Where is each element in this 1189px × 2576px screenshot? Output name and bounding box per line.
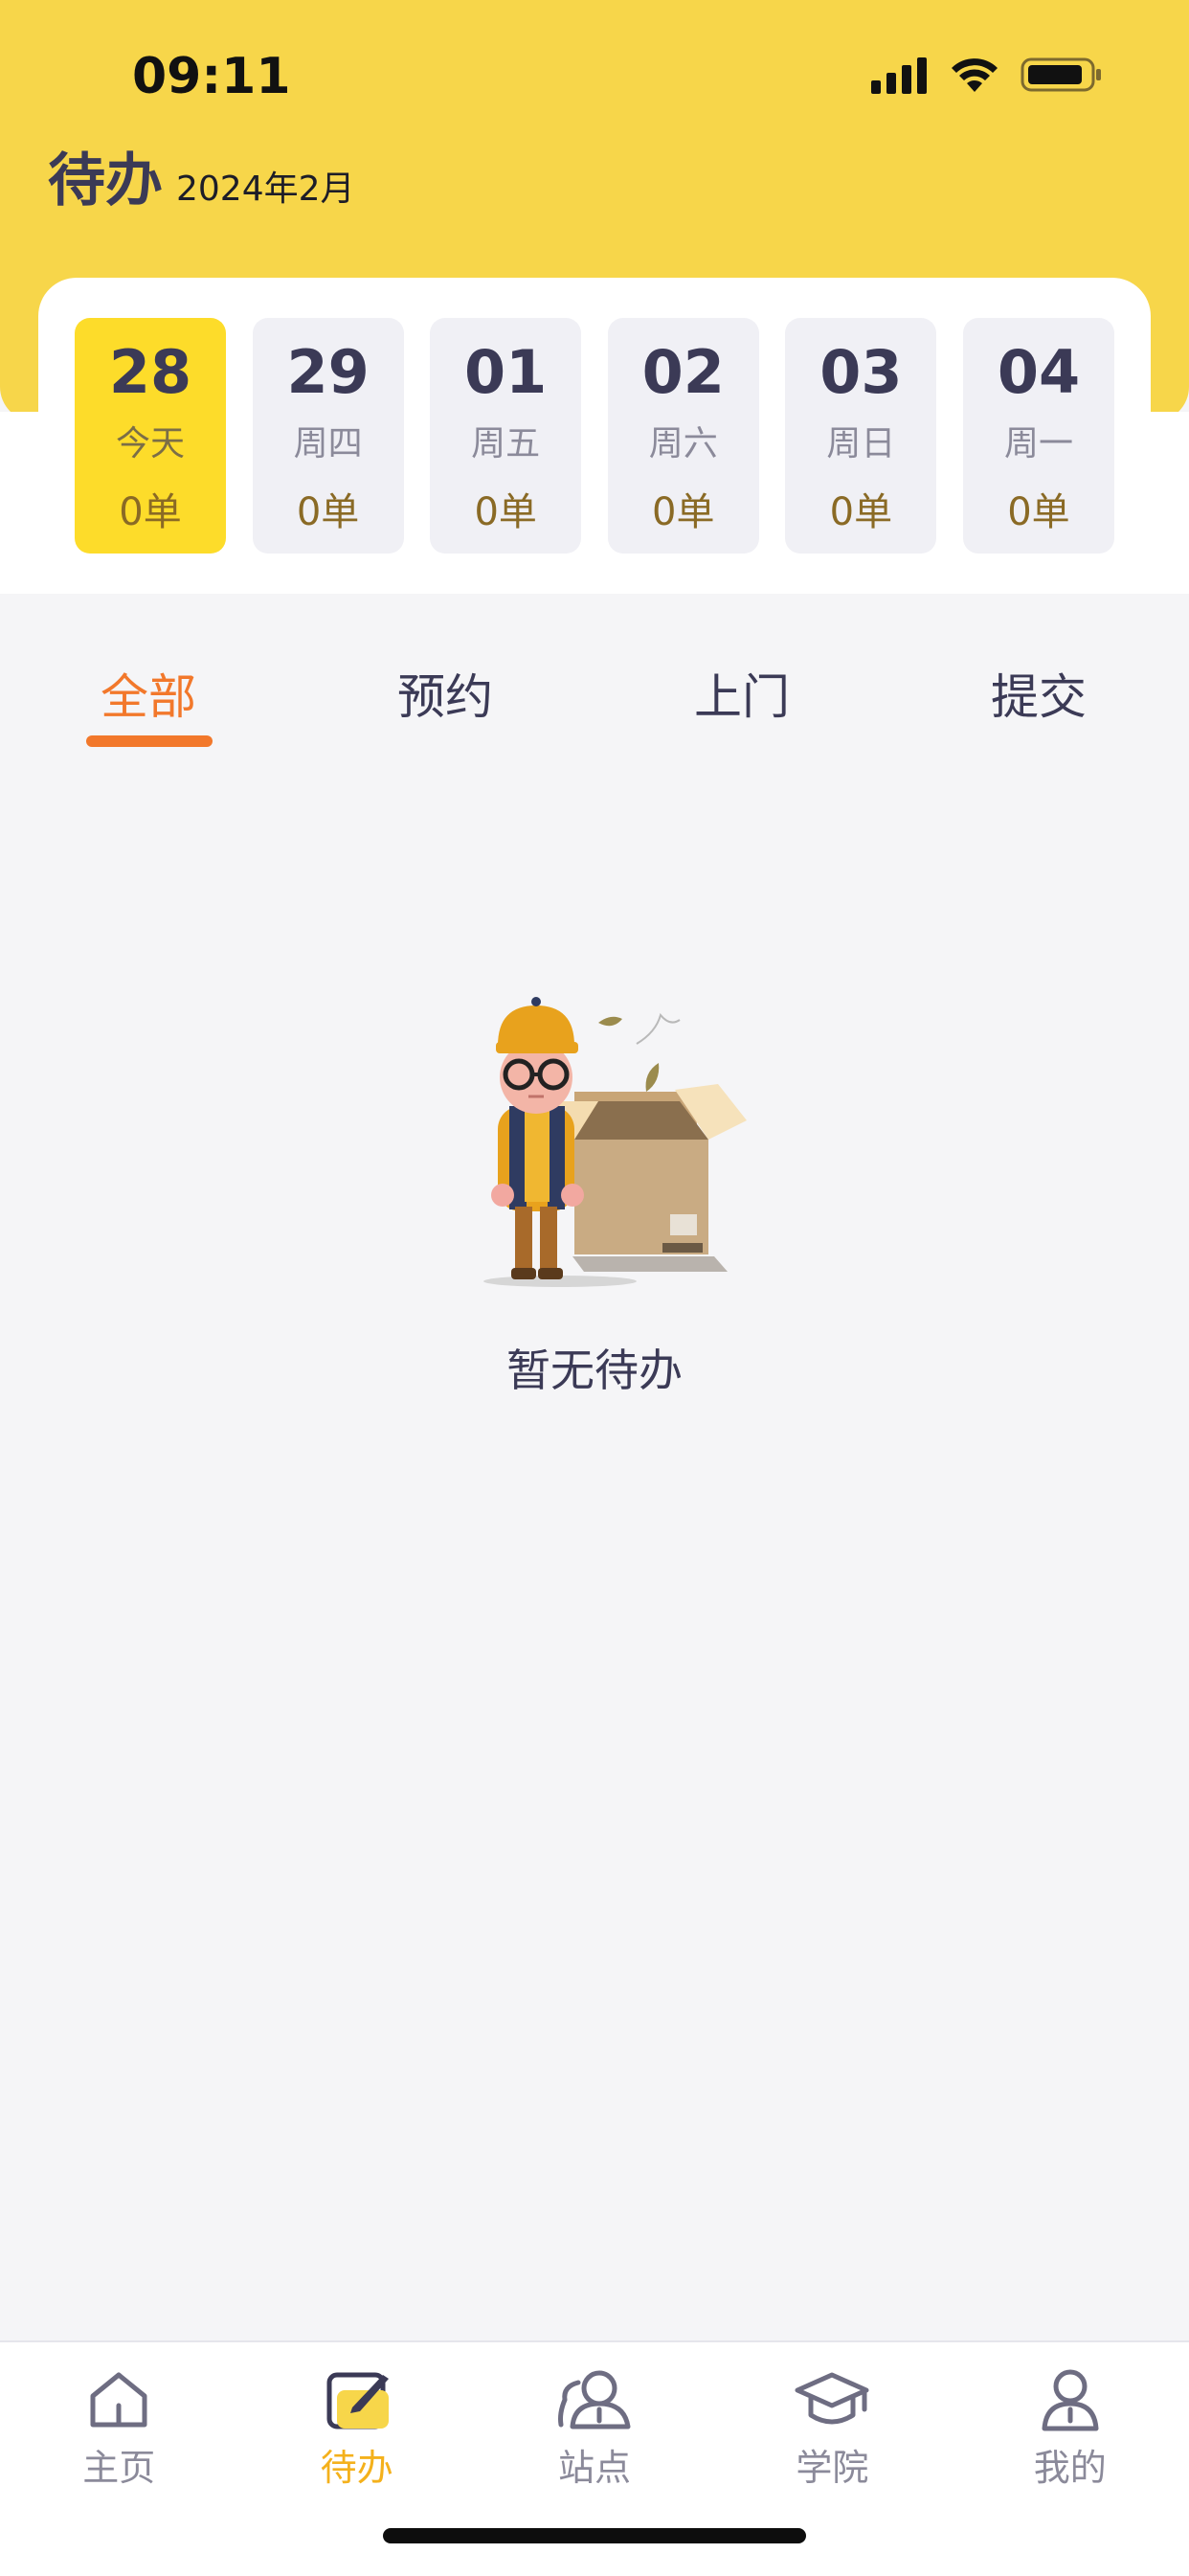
battery-icon [1021,57,1101,92]
empty-courier-illustration [483,997,747,1287]
date-item-saturday[interactable]: 02 周六 0单 [607,318,759,554]
tab-appointment[interactable]: 预约 [297,651,594,728]
date-day: 28 [108,337,192,407]
date-day: 29 [286,337,370,407]
profile-icon [1042,2369,1099,2431]
active-tab-indicator [86,735,213,747]
empty-state-text: 暂无待办 [506,1344,683,1396]
date-day: 01 [464,337,548,407]
date-order-count: 0单 [119,490,182,534]
date-order-count: 0单 [1007,490,1070,534]
filter-tabs: 全部 预约 上门 提交 [0,651,1189,728]
nav-item-academy[interactable]: 学院 [713,2342,951,2515]
cellular-signal-icon [871,57,927,94]
date-order-count: 0单 [474,490,537,534]
date-weekday: 周日 [826,424,896,463]
date-weekday: 周一 [1003,424,1073,463]
wifi-icon [952,58,998,92]
nav-item-station[interactable]: 站点 [476,2342,713,2515]
tab-all[interactable]: 全部 [0,651,297,728]
tab-submit[interactable]: 提交 [890,651,1187,728]
date-day: 03 [819,337,903,407]
date-weekday: 周五 [471,424,541,463]
date-day: 02 [641,337,725,407]
nav-label-station: 站点 [557,2447,631,2489]
month-label: 2024年2月 [176,169,355,209]
nav-label-academy: 学院 [796,2447,869,2489]
date-item-sunday[interactable]: 03 周日 0单 [785,318,937,554]
station-icon [557,2370,631,2429]
date-strip: 28 今天 0单 29 周四 0单 01 周五 0单 02 周六 0单 03 周… [38,318,1151,554]
status-icons [869,56,1103,94]
date-item-friday[interactable]: 01 周五 0单 [430,318,582,554]
date-item-thursday[interactable]: 29 周四 0单 [252,318,404,554]
date-order-count: 0单 [652,490,715,534]
status-time: 09:11 [132,48,291,105]
nav-label-todo: 待办 [320,2447,393,2489]
date-item-today[interactable]: 28 今天 0单 [75,318,226,554]
date-item-monday[interactable]: 04 周一 0单 [962,318,1114,554]
date-weekday: 周四 [293,424,363,463]
academy-icon [795,2372,869,2425]
home-indicator[interactable] [383,2528,806,2543]
date-order-count: 0单 [296,490,360,534]
todo-icon [326,2372,389,2429]
nav-item-home[interactable]: 主页 [0,2342,237,2515]
nav-label-home: 主页 [82,2447,156,2489]
home-icon [90,2372,147,2428]
date-day: 04 [997,337,1081,407]
nav-item-profile[interactable]: 我的 [952,2342,1189,2515]
date-order-count: 0单 [829,490,893,534]
date-weekday: 今天 [115,424,185,463]
tab-on-site[interactable]: 上门 [594,651,890,728]
page-header: 待办 2024年2月 [48,134,355,217]
page-title: 待办 [48,147,163,215]
nav-label-profile: 我的 [1033,2447,1107,2489]
date-weekday: 周六 [648,424,718,463]
nav-item-todo[interactable]: 待办 [237,2342,475,2515]
